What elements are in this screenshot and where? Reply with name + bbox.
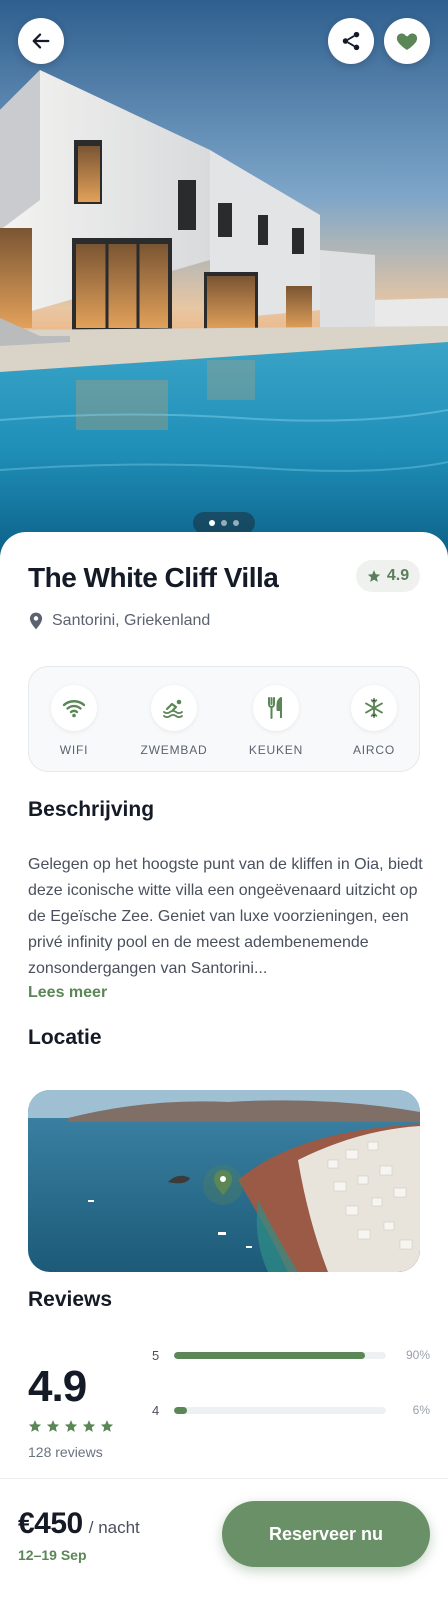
bar-track [174, 1351, 386, 1359]
star-icon [46, 1420, 60, 1432]
utensils-icon [253, 685, 299, 731]
carousel-dot-active[interactable] [209, 520, 215, 526]
amenity-label: KEUKEN [248, 743, 304, 757]
price-block: €450 / nacht [18, 1507, 140, 1541]
carousel-indicator [193, 512, 255, 534]
snowflake-icon [351, 685, 397, 731]
carousel-dot[interactable] [221, 520, 227, 526]
price-amount: €450 [18, 1507, 83, 1540]
star-icon [367, 570, 380, 582]
bar-percent: 90% [405, 1348, 430, 1362]
rating-bar-4: 4 6% [152, 1401, 430, 1419]
read-more-link[interactable]: Lees meer [28, 984, 107, 1002]
star-icon [82, 1420, 96, 1432]
swimming-icon [151, 685, 197, 731]
location-map[interactable] [28, 1090, 420, 1272]
map-pin-icon [29, 612, 43, 630]
reserve-button[interactable]: Reserveer nu [222, 1501, 430, 1567]
star-icon [28, 1420, 42, 1432]
detail-sheet: The White Cliff Villa 4.9 Santorini, Gri… [0, 532, 448, 1600]
star-rating [28, 1419, 114, 1433]
amenity-kitchen: KEUKEN [231, 685, 321, 757]
location-text: Santorini, Griekenland [52, 612, 211, 629]
reviews-score: 4.9 [28, 1362, 87, 1411]
amenity-label: WIFI [59, 743, 89, 757]
price-unit: / nacht [88, 1518, 140, 1537]
heart-icon [396, 33, 418, 50]
bar-fill [174, 1351, 365, 1359]
star-icon [64, 1420, 78, 1432]
description-text: Gelegen op het hoogste punt van de kliff… [28, 856, 423, 977]
review-count: 128 reviews [28, 1444, 103, 1460]
rating-badge: 4.9 [356, 560, 420, 592]
carousel-dot[interactable] [233, 520, 239, 526]
location-row: Santorini, Griekenland [28, 612, 210, 630]
amenity-label: AIRCO [352, 743, 395, 757]
location-heading: Locatie [28, 1026, 102, 1049]
amenity-pool: ZWEMBAD [129, 685, 219, 757]
arrow-left-icon [32, 33, 50, 49]
amenity-aircon: AIRCO [329, 685, 419, 757]
star-icon [100, 1420, 114, 1432]
amenity-label: ZWEMBAD [140, 743, 208, 757]
share-button[interactable] [328, 18, 374, 64]
bar-track [174, 1406, 386, 1414]
booking-bar: €450 / nacht 12–19 Sep Reserveer nu [0, 1478, 448, 1600]
rating-bar-5: 5 90% [152, 1346, 430, 1364]
bar-star-label: 4 [152, 1402, 160, 1418]
listing-title: The White Cliff Villa [28, 562, 279, 593]
amenities-card: WIFI ZWEMBAD KEUKEN AIRCO [28, 666, 420, 772]
amenity-wifi: WIFI [29, 685, 119, 757]
favorite-button[interactable] [384, 18, 430, 64]
rating-value: 4.9 [386, 567, 410, 584]
booking-dates[interactable]: 12–19 Sep [18, 1547, 87, 1563]
bar-star-label: 5 [152, 1347, 160, 1363]
description-heading: Beschrijving [28, 798, 155, 821]
back-button[interactable] [18, 18, 64, 64]
wifi-icon [51, 685, 97, 731]
share-icon [342, 31, 360, 51]
hero-image-carousel[interactable] [0, 0, 448, 560]
reviews-heading: Reviews [28, 1288, 113, 1311]
bar-percent: 6% [412, 1403, 430, 1417]
villa-photo [0, 0, 448, 560]
bar-fill [174, 1406, 187, 1414]
